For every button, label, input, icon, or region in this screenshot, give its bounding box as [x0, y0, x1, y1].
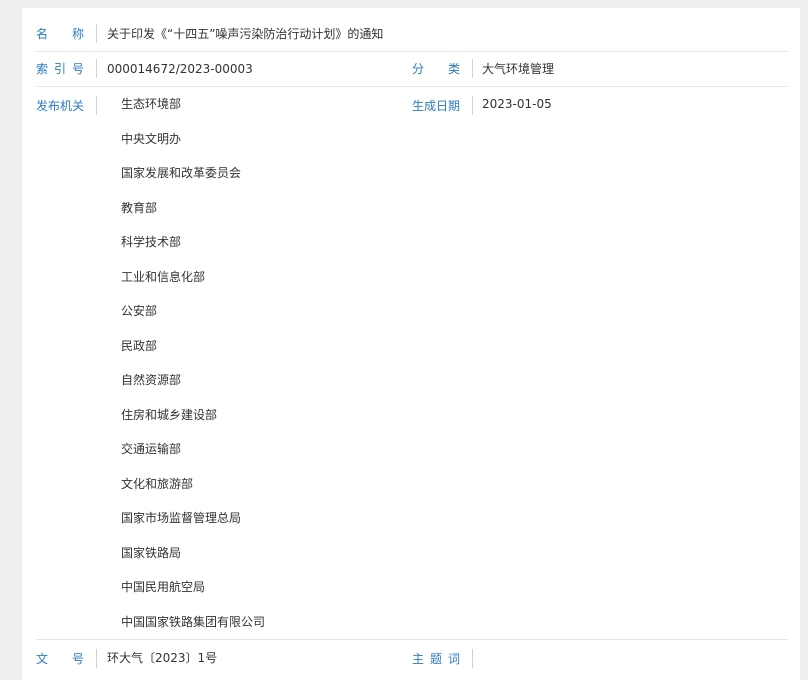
subject-separator [472, 649, 473, 668]
row-publisher-date: 发布机关 生态环境部 中央文明办 国家发展和改革委员会 教育部 科学技术部 工业… [36, 86, 788, 640]
doc-number-value: 环大气〔2023〕1号 [107, 651, 218, 665]
category-label: 分 类 [412, 62, 460, 76]
org-item: 工业和信息化部 [121, 269, 206, 284]
org-item: 教育部 [121, 200, 158, 215]
doc-number-label: 文 号 [36, 652, 84, 666]
publisher-label: 发布机关 [36, 99, 85, 113]
org-item: 文化和旅游部 [121, 476, 194, 491]
org-item: 国家市场监督管理总局 [121, 511, 242, 525]
org-item: 住房和城乡建设部 [121, 407, 218, 422]
publisher-org-list: 生态环境部 中央文明办 国家发展和改革委员会 教育部 科学技术部 工业和信息化部… [121, 96, 265, 648]
created-date-separator [472, 96, 473, 115]
category-separator [472, 59, 473, 78]
org-item: 交通运输部 [121, 442, 182, 456]
org-item: 中国民用航空局 [121, 580, 206, 594]
category-value: 大气环境管理 [482, 62, 555, 76]
org-item: 公安部 [121, 304, 158, 318]
name-value[interactable]: 关于印发《“十四五”噪声污染防治行动计划》的通知 [107, 26, 383, 42]
subject-label: 主 题 词 [412, 652, 460, 666]
org-item: 生态环境部 [121, 97, 182, 111]
org-item: 科学技术部 [121, 235, 182, 249]
doc-number-separator [96, 649, 97, 668]
org-item: 国家发展和改革委员会 [121, 166, 242, 180]
row-docnumber-subject: 文 号 环大气〔2023〕1号 主 题 词 [36, 639, 788, 680]
org-item: 国家铁路局 [121, 545, 182, 560]
document-info-panel: 名 称 关于印发《“十四五”噪声污染防治行动计划》的通知 索 引 号 00001… [22, 8, 800, 680]
org-item: 民政部 [121, 338, 158, 353]
publisher-separator [96, 96, 97, 115]
org-item: 自然资源部 [121, 373, 182, 387]
created-date-label: 生成日期 [412, 99, 461, 113]
index-separator [96, 59, 97, 78]
created-date-value: 2023-01-05 [482, 97, 552, 111]
index-value: 000014672/2023-00003 [107, 62, 253, 76]
name-label: 名 称 [36, 27, 84, 41]
row-name: 名 称 关于印发《“十四五”噪声污染防治行动计划》的通知 [36, 16, 788, 52]
index-label: 索 引 号 [36, 62, 84, 76]
name-separator [96, 24, 97, 43]
row-index-category: 索 引 号 000014672/2023-00003 分 类 大气环境管理 [36, 51, 788, 87]
org-item: 中央文明办 [121, 131, 182, 146]
